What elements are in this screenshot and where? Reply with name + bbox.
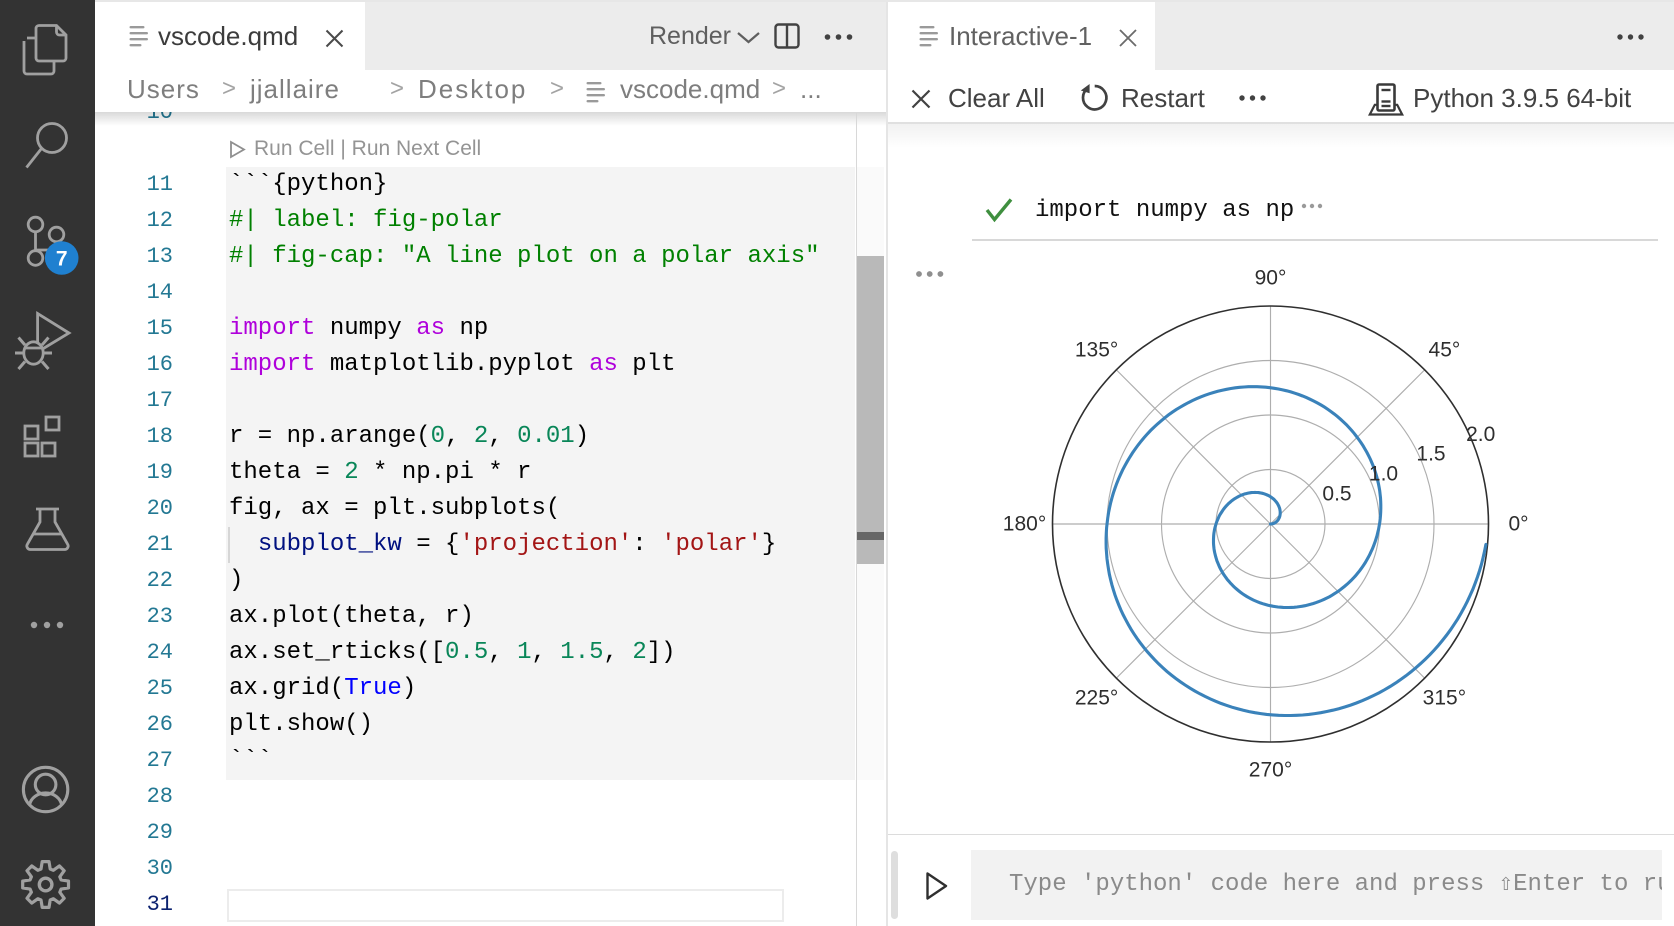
svg-text:0°: 0° [1508,513,1528,536]
svg-text:1.0: 1.0 [1369,463,1398,486]
svg-text:0.5: 0.5 [1322,483,1351,506]
svg-text:7: 7 [56,248,68,271]
svg-text:225°: 225° [1075,686,1118,709]
svg-text:2.0: 2.0 [1466,423,1495,446]
svg-text:180°: 180° [1003,513,1046,536]
svg-text:1.5: 1.5 [1416,443,1445,466]
svg-text:315°: 315° [1423,686,1466,709]
svg-text:270°: 270° [1249,759,1292,782]
svg-text:45°: 45° [1429,339,1461,362]
svg-text:90°: 90° [1255,267,1287,290]
svg-text:135°: 135° [1075,339,1118,362]
